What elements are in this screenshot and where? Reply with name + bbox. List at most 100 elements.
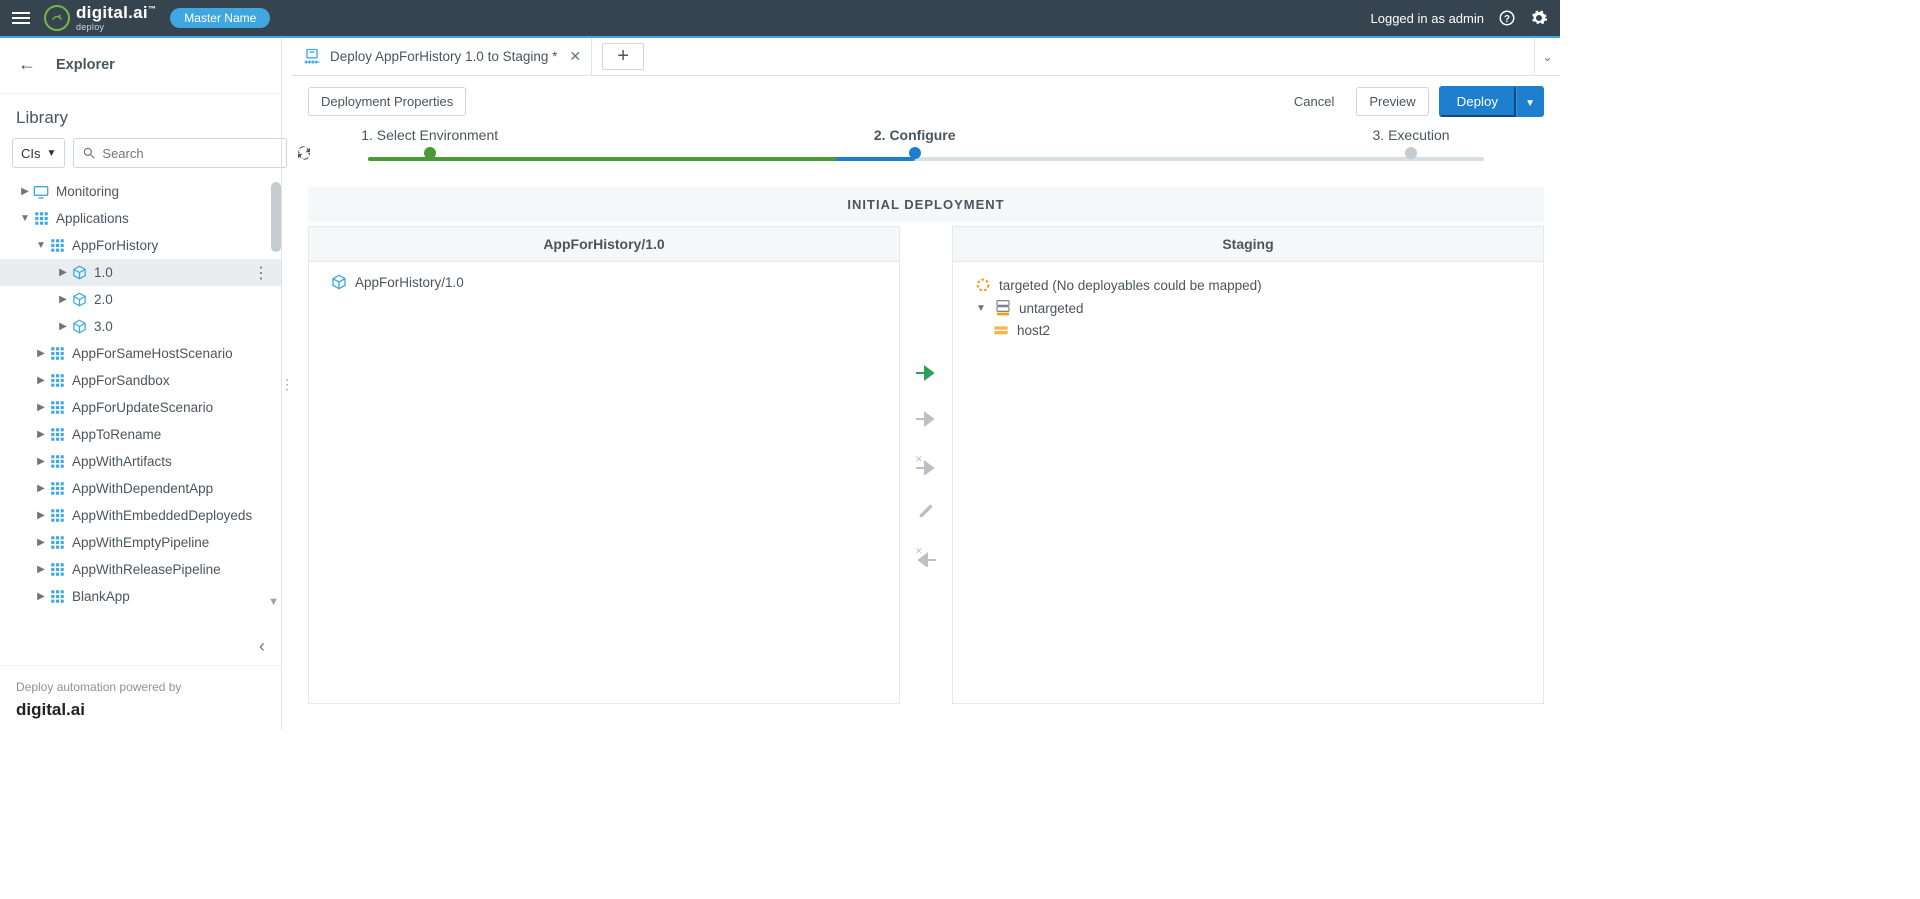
tree-item-app[interactable]: ▶AppForUpdateScenario — [0, 394, 281, 421]
wizard-stepper: 1. Select Environment 2. Configure 3. Ex… — [362, 127, 1490, 171]
add-tab-button[interactable]: + — [602, 43, 644, 70]
tab-dirty-indicator: * — [552, 49, 557, 64]
logged-in-label: Logged in as admin — [1371, 11, 1484, 26]
tree-item-version-1-0[interactable]: ▶ 1.0 ⋮ — [0, 259, 281, 286]
untargeted-group[interactable]: ▼ untargeted — [975, 296, 1521, 320]
tree-item-app-for-history[interactable]: ▼ AppForHistory — [0, 232, 281, 259]
footer-brand: digital.ai — [16, 700, 265, 720]
tabs-overflow-icon[interactable]: ⌄ — [1534, 38, 1560, 75]
tree-item-app[interactable]: ▶AppWithDependentApp — [0, 475, 281, 502]
settings-gear-icon[interactable] — [1530, 9, 1548, 27]
product-logo: digital.ai™ deploy — [44, 4, 156, 32]
sidebar: ← Explorer Library CIs ▼ ▶ — [0, 38, 282, 730]
application-icon — [48, 400, 66, 415]
package-icon — [70, 265, 88, 280]
deployment-properties-button[interactable]: Deployment Properties — [308, 87, 466, 116]
expand-arrow-icon[interactable]: ▶ — [56, 294, 70, 305]
help-icon[interactable]: ? — [1498, 9, 1516, 27]
back-arrow-icon[interactable]: ← — [18, 54, 36, 75]
tree-label: 1.0 — [94, 265, 253, 280]
tree-item-monitoring[interactable]: ▶ Monitoring — [0, 178, 281, 205]
svg-text:✕: ✕ — [915, 455, 923, 464]
expand-arrow-icon[interactable]: ▶ — [56, 267, 70, 278]
master-name-badge[interactable]: Master Name — [170, 8, 270, 28]
step-execution[interactable]: 3. Execution — [1311, 127, 1511, 159]
tree-label: BlankApp — [72, 589, 271, 604]
tree-label: AppWithEmbeddedDeployeds — [72, 508, 271, 523]
deploy-dropdown-toggle[interactable]: ▼ — [1516, 86, 1544, 117]
target-panel: Staging targeted (No deployables could b… — [952, 226, 1544, 704]
unmap-selected-button[interactable]: ✕ — [913, 547, 939, 567]
map-selected-button[interactable] — [913, 363, 939, 383]
tree-label: AppWithArtifacts — [72, 454, 271, 469]
search-box[interactable] — [73, 138, 287, 168]
svg-text:?: ? — [1504, 14, 1510, 25]
top-bar: digital.ai™ deploy Master Name Logged in… — [0, 0, 1560, 36]
tree-label: AppWithReleasePipeline — [72, 562, 271, 577]
tree-label: 2.0 — [94, 292, 271, 307]
tree-item-app[interactable]: ▶AppForSandbox — [0, 367, 281, 394]
kebab-menu-icon[interactable]: ⋮ — [253, 263, 271, 283]
application-icon — [48, 454, 66, 469]
application-icon — [48, 535, 66, 550]
tree-item-app[interactable]: ▶AppWithArtifacts — [0, 448, 281, 475]
tab-deploy[interactable]: Deploy AppForHistory 1.0 to Staging * ✕ — [292, 38, 592, 75]
target-host-item[interactable]: host2 — [975, 320, 1521, 341]
application-icon — [48, 562, 66, 577]
server-icon — [995, 299, 1011, 317]
tree-item-app[interactable]: ▶AppWithReleasePipeline — [0, 556, 281, 583]
tree-label: AppForUpdateScenario — [72, 400, 271, 415]
tree-item-version-2-0[interactable]: ▶ 2.0 — [0, 286, 281, 313]
tree-item-app[interactable]: ▶AppWithEmptyPipeline — [0, 529, 281, 556]
application-icon — [48, 508, 66, 523]
deploy-button[interactable]: Deploy — [1439, 86, 1517, 117]
collapse-arrow-icon[interactable]: ▼ — [18, 213, 32, 224]
preview-button[interactable]: Preview — [1356, 87, 1428, 116]
unmap-broken-button[interactable]: ✕ — [913, 455, 939, 475]
cancel-button[interactable]: Cancel — [1282, 88, 1346, 115]
tree-item-app[interactable]: ▶AppToRename — [0, 421, 281, 448]
tree-label: AppToRename — [72, 427, 271, 442]
scroll-down-hint-icon[interactable]: ▼ — [268, 596, 279, 608]
mapping-toolbar: ✕ ✕ — [900, 226, 952, 704]
application-icon — [48, 373, 66, 388]
tree-item-app[interactable]: ▶AppForSameHostScenario — [0, 340, 281, 367]
collapse-sidebar-icon[interactable]: ‹ — [259, 636, 265, 657]
targeted-group[interactable]: targeted (No deployables could be mapped… — [975, 274, 1521, 296]
package-icon — [70, 319, 88, 334]
step-label: 2. Configure — [815, 127, 1015, 143]
tree-label: AppWithEmptyPipeline — [72, 535, 271, 550]
product-name: digital.ai — [76, 3, 148, 22]
collapse-arrow-icon[interactable]: ▼ — [975, 303, 987, 314]
tree-item-version-3-0[interactable]: ▶ 3.0 — [0, 313, 281, 340]
tree-item-app[interactable]: ▶BlankApp ▼ — [0, 583, 281, 610]
tab-title-text: Deploy AppForHistory 1.0 to Staging — [330, 49, 548, 64]
edit-mapping-button[interactable] — [913, 501, 939, 521]
application-icon — [48, 481, 66, 496]
explorer-title: Explorer — [56, 57, 115, 73]
ci-type-select[interactable]: CIs ▼ — [12, 138, 65, 168]
logo-mark-icon — [44, 5, 70, 31]
application-icon — [48, 427, 66, 442]
tab-close-icon[interactable]: ✕ — [569, 48, 581, 65]
search-icon — [82, 146, 96, 160]
expand-arrow-icon[interactable]: ▶ — [56, 321, 70, 332]
footer-text: Deploy automation powered by — [16, 680, 265, 694]
splitter-handle[interactable]: ⋮ — [282, 38, 292, 730]
ci-type-label: CIs — [21, 146, 41, 161]
targeted-label: targeted (No deployables could be mapped… — [999, 278, 1262, 293]
caret-down-icon: ▼ — [1525, 98, 1535, 109]
tree-label: AppForSandbox — [72, 373, 271, 388]
tree-item-applications[interactable]: ▼ Applications — [0, 205, 281, 232]
product-sub-label: deploy — [76, 23, 156, 32]
tree-item-app[interactable]: ▶AppWithEmbeddedDeployeds — [0, 502, 281, 529]
collapse-arrow-icon[interactable]: ▼ — [34, 240, 48, 251]
step-configure[interactable]: 2. Configure — [815, 127, 1015, 159]
expand-arrow-icon[interactable]: ▶ — [18, 186, 32, 197]
map-all-button[interactable] — [913, 409, 939, 429]
step-select-environment[interactable]: 1. Select Environment — [330, 127, 530, 159]
search-input[interactable] — [102, 146, 278, 161]
deploy-tab-icon — [302, 47, 322, 67]
menu-icon[interactable] — [12, 12, 30, 24]
source-item[interactable]: AppForHistory/1.0 — [331, 274, 877, 290]
